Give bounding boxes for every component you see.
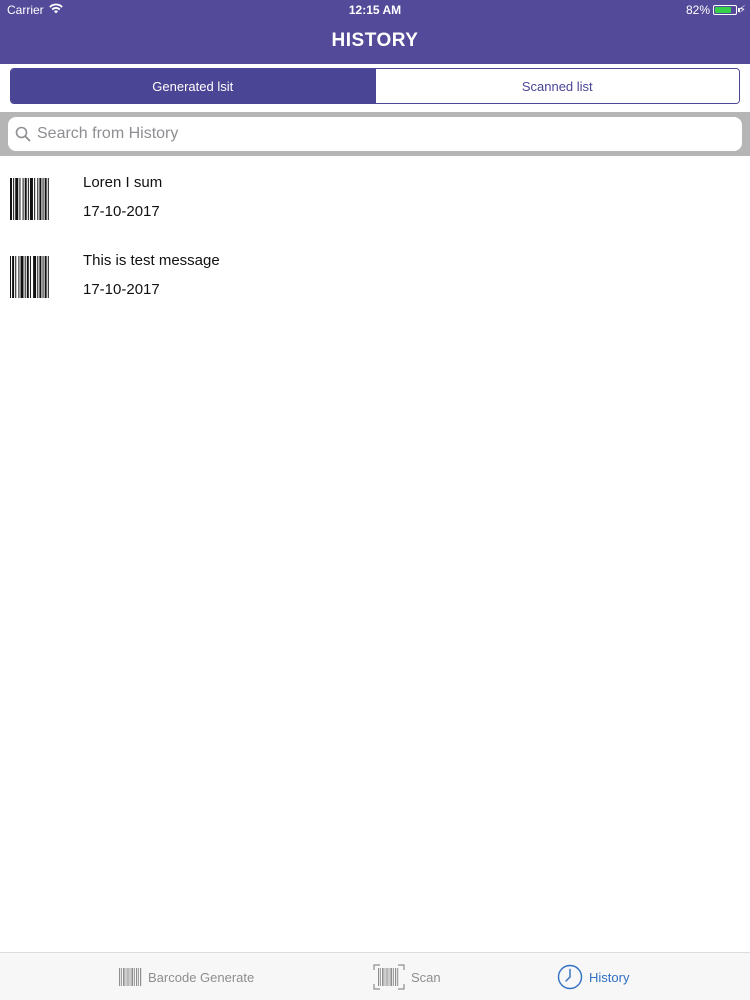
search-bar-container [0, 112, 750, 156]
tab-scan[interactable]: Scan [373, 953, 441, 1000]
tab-history[interactable]: History [557, 953, 629, 1000]
list-segmented-control: Generated lsit Scanned list [10, 68, 740, 104]
status-bar: Carrier 12:15 AM 82% ⚡ [0, 0, 750, 20]
barcode-scan-icon [373, 964, 405, 990]
battery-percent: 82% [685, 3, 710, 17]
top-bar: Carrier 12:15 AM 82% ⚡ HISTORY [0, 0, 750, 64]
item-title: This is test message [83, 252, 220, 269]
tab-bar: Barcode Generate Scan History [0, 952, 750, 1000]
segment-scanned-list[interactable]: Scanned list [374, 69, 739, 103]
item-date: 17-10-2017 [83, 281, 160, 298]
tab-barcode-generate[interactable]: Barcode Generate [118, 953, 254, 1000]
list-item[interactable]: This is test message 17-10-2017 [0, 240, 750, 318]
item-title: Loren I sum [83, 174, 163, 191]
clock-time: 12:15 AM [348, 3, 402, 17]
tab-label: Barcode Generate [148, 969, 255, 985]
search-bar [8, 117, 742, 151]
battery-icon [713, 5, 740, 15]
search-input[interactable] [37, 125, 717, 143]
page-title: HISTORY [331, 30, 419, 51]
tab-label: Scan [411, 969, 441, 985]
item-date: 17-10-2017 [83, 203, 160, 220]
barcode-icon [10, 178, 49, 220]
barcode-icon [119, 968, 142, 986]
search-icon [15, 126, 31, 142]
charging-icon: ⚡ [738, 4, 746, 16]
battery-fill [715, 7, 731, 13]
segment-generated-list[interactable]: Generated lsit [11, 69, 375, 103]
barcode-icon [10, 256, 49, 298]
tab-label: History [589, 969, 630, 985]
list-item[interactable]: Loren I sum 17-10-2017 [0, 162, 750, 240]
clock-icon [557, 964, 583, 990]
history-list: Loren I sum 17-10-2017 This is test mess… [0, 162, 750, 318]
